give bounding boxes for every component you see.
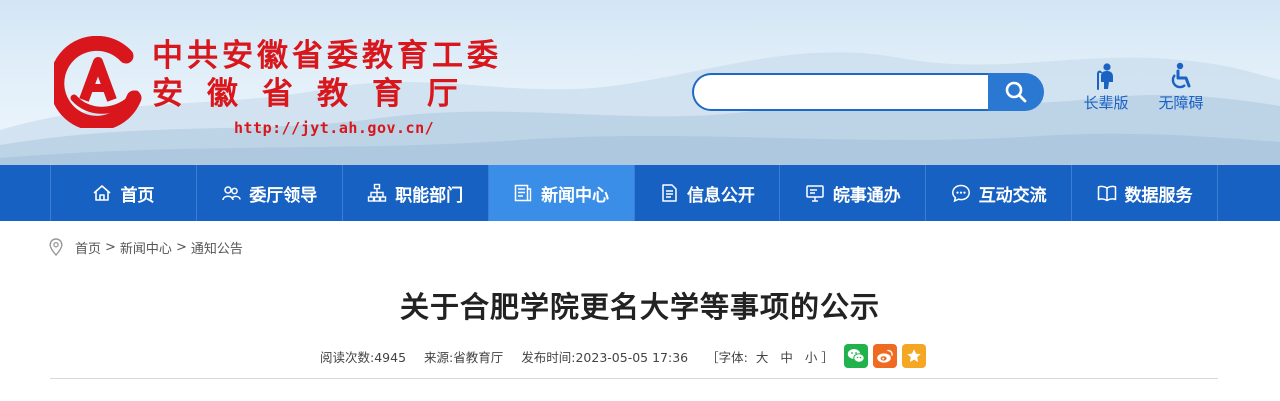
font-size-large[interactable]: 大 — [756, 350, 769, 365]
location-pin-icon — [49, 238, 63, 256]
site-title-line2: 安徽省教育厅 — [152, 76, 482, 112]
breadcrumb-news[interactable]: 新闻中心 — [120, 238, 172, 257]
breadcrumb: 首页 > 新闻中心 > 通知公告 — [49, 237, 243, 257]
search-input[interactable] — [692, 73, 1010, 111]
document-icon — [662, 184, 677, 202]
font-size-label: ［字体: — [706, 349, 748, 365]
site-url[interactable]: http://jyt.ah.gov.cn/ — [234, 119, 434, 137]
font-size-close: ］ — [821, 349, 834, 365]
monitor-icon — [806, 185, 824, 202]
breadcrumb-notices[interactable]: 通知公告 — [191, 238, 243, 257]
nav-item-label: 互动交流 — [978, 185, 1047, 206]
publish-label: 发布时间: — [521, 349, 576, 365]
book-icon — [1097, 185, 1116, 202]
site-title-line1: 中共安徽省委教育工委 — [152, 38, 502, 74]
nav-item-label: 首页 — [120, 185, 155, 206]
source-label: 来源: — [424, 349, 454, 365]
nav-item-departments[interactable]: 职能部门 — [343, 165, 489, 221]
breadcrumb-separator: > — [175, 239, 187, 255]
nav-item-label: 新闻中心 — [541, 185, 610, 206]
nav-item-label: 皖事通办 — [832, 185, 901, 206]
elder-mode-button[interactable]: 长辈版 — [1074, 62, 1138, 113]
publish-info: 发布时间:2023-05-05 17:36 — [521, 347, 688, 366]
accessibility-label: 无障碍 — [1158, 94, 1204, 112]
wechat-icon — [847, 349, 865, 363]
nav-item-info-disclosure[interactable]: 信息公开 — [635, 165, 781, 221]
views-label: 阅读次数: — [320, 349, 375, 365]
news-icon — [514, 184, 532, 202]
site-header: 中共安徽省委教育工委 安徽省教育厅 http://jyt.ah.gov.cn/ … — [0, 0, 1280, 165]
views-info: 阅读次数:4945 — [320, 347, 406, 366]
article-title: 关于合肥学院更名大学等事项的公示 — [399, 290, 880, 324]
site-logo-icon[interactable] — [54, 36, 146, 128]
search-icon — [1005, 81, 1027, 103]
weibo-icon — [877, 349, 893, 363]
breadcrumb-home[interactable]: 首页 — [75, 238, 101, 257]
nav-item-news[interactable]: 新闻中心 — [488, 165, 635, 221]
views-count: 4945 — [374, 349, 407, 365]
accessibility-icon — [1171, 62, 1191, 89]
breadcrumb-separator: > — [105, 239, 116, 255]
nav-item-home[interactable]: 首页 — [50, 165, 197, 221]
publish-date: 2023-05-05 17:36 — [575, 349, 689, 365]
elder-mode-label: 长辈版 — [1083, 94, 1129, 112]
org-chart-icon — [367, 183, 387, 202]
favorite-button[interactable] — [901, 344, 926, 368]
source-value: 省教育厅 — [453, 349, 504, 365]
nav-item-label: 委厅领导 — [249, 185, 318, 206]
nav-item-leaders[interactable]: 委厅领导 — [197, 165, 343, 221]
nav-item-label: 数据服务 — [1124, 185, 1193, 206]
search-box — [692, 73, 1044, 111]
leaders-icon — [222, 186, 242, 201]
divider — [50, 378, 1218, 379]
search-button[interactable] — [988, 73, 1044, 111]
nav-item-online-services[interactable]: 皖事通办 — [780, 165, 927, 221]
favorite-icon — [907, 349, 921, 362]
nav-item-data-services[interactable]: 数据服务 — [1072, 165, 1218, 221]
font-size-small[interactable]: 小 — [805, 350, 818, 365]
font-size-switcher: ［字体: 大 中 小 ］ — [706, 347, 834, 366]
nav-item-interaction[interactable]: 互动交流 — [926, 165, 1073, 221]
font-size-medium[interactable]: 中 — [780, 350, 793, 365]
chat-icon — [951, 184, 970, 203]
site-title: 中共安徽省委教育工委 安徽省教育厅 — [152, 38, 502, 112]
nav-item-label: 信息公开 — [686, 185, 755, 206]
main-nav: 首页 委厅领导 职能部门 新闻中心 信息公开 皖事通办 互动交流 数据服务 — [0, 165, 1280, 221]
elder-mode-icon — [1097, 63, 1113, 90]
nav-item-label: 职能部门 — [395, 185, 464, 206]
share-weibo-button[interactable] — [872, 344, 897, 368]
source-info: 来源:省教育厅 — [424, 347, 503, 366]
share-wechat-button[interactable] — [843, 344, 868, 368]
accessibility-button[interactable]: 无障碍 — [1149, 62, 1213, 113]
article-meta: 阅读次数:4945 来源:省教育厅 发布时间:2023-05-05 17:36 … — [320, 343, 926, 369]
home-icon — [93, 185, 111, 201]
